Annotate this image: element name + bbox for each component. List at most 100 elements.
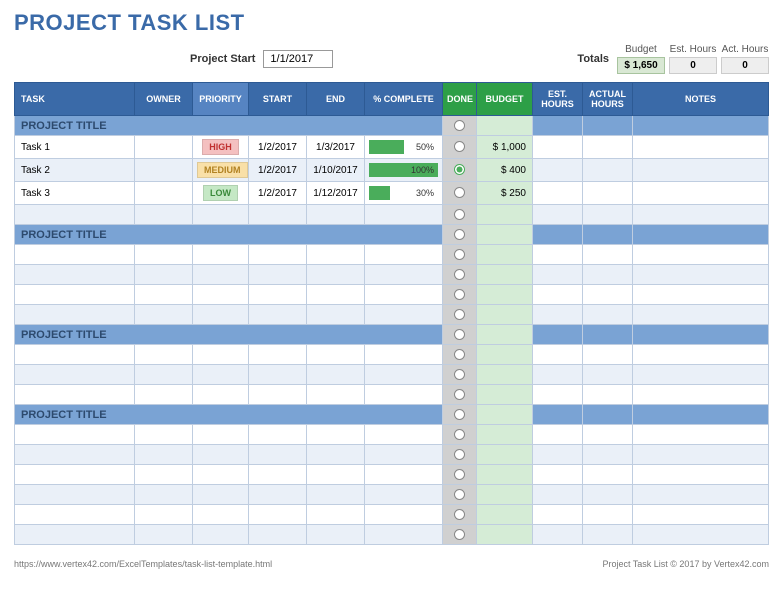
est-hours-cell[interactable]: [533, 136, 583, 159]
start-cell[interactable]: [249, 445, 307, 465]
end-cell[interactable]: [307, 525, 365, 545]
owner-cell[interactable]: [135, 505, 193, 525]
owner-cell[interactable]: [135, 136, 193, 159]
task-cell[interactable]: [15, 385, 135, 405]
notes-cell[interactable]: [633, 159, 769, 182]
budget-cell[interactable]: [477, 385, 533, 405]
notes-cell[interactable]: [633, 525, 769, 545]
done-cell[interactable]: [443, 285, 477, 305]
est-hours-cell[interactable]: [533, 159, 583, 182]
owner-cell[interactable]: [135, 385, 193, 405]
owner-cell[interactable]: [135, 365, 193, 385]
priority-cell[interactable]: [193, 205, 249, 225]
est-hours-cell[interactable]: [533, 285, 583, 305]
priority-cell[interactable]: [193, 305, 249, 325]
task-cell[interactable]: [15, 485, 135, 505]
done-cell[interactable]: [443, 525, 477, 545]
notes-cell[interactable]: [633, 485, 769, 505]
task-cell[interactable]: [15, 245, 135, 265]
est-hours-cell[interactable]: [533, 345, 583, 365]
complete-cell[interactable]: 50%: [365, 136, 443, 159]
end-cell[interactable]: [307, 365, 365, 385]
task-cell[interactable]: [15, 345, 135, 365]
act-hours-cell[interactable]: [583, 205, 633, 225]
notes-cell[interactable]: [633, 136, 769, 159]
est-hours-cell[interactable]: [533, 385, 583, 405]
start-cell[interactable]: [249, 245, 307, 265]
end-cell[interactable]: 1/10/2017: [307, 159, 365, 182]
priority-cell[interactable]: [193, 505, 249, 525]
priority-cell[interactable]: [193, 465, 249, 485]
priority-cell[interactable]: [193, 425, 249, 445]
priority-cell[interactable]: [193, 245, 249, 265]
priority-cell[interactable]: [193, 365, 249, 385]
act-hours-cell[interactable]: [583, 465, 633, 485]
notes-cell[interactable]: [633, 465, 769, 485]
owner-cell[interactable]: [135, 525, 193, 545]
done-cell[interactable]: [443, 245, 477, 265]
done-cell[interactable]: [443, 505, 477, 525]
done-cell[interactable]: [443, 265, 477, 285]
done-cell[interactable]: [443, 225, 477, 245]
task-cell[interactable]: [15, 525, 135, 545]
budget-cell[interactable]: [477, 205, 533, 225]
done-cell[interactable]: [443, 182, 477, 205]
done-cell[interactable]: [443, 445, 477, 465]
task-cell[interactable]: [15, 365, 135, 385]
end-cell[interactable]: [307, 265, 365, 285]
priority-cell[interactable]: HIGH: [193, 136, 249, 159]
start-cell[interactable]: [249, 345, 307, 365]
priority-cell[interactable]: [193, 285, 249, 305]
act-hours-cell[interactable]: [583, 265, 633, 285]
notes-cell[interactable]: [633, 205, 769, 225]
done-cell[interactable]: [443, 205, 477, 225]
done-cell[interactable]: [443, 116, 477, 136]
end-cell[interactable]: [307, 305, 365, 325]
footer-link[interactable]: https://www.vertex42.com/ExcelTemplates/…: [14, 559, 272, 569]
budget-cell[interactable]: [477, 265, 533, 285]
est-hours-cell[interactable]: [533, 245, 583, 265]
act-hours-cell[interactable]: [583, 425, 633, 445]
task-cell[interactable]: [15, 465, 135, 485]
end-cell[interactable]: [307, 485, 365, 505]
act-hours-cell[interactable]: [583, 445, 633, 465]
priority-cell[interactable]: [193, 265, 249, 285]
act-hours-cell[interactable]: [583, 305, 633, 325]
end-cell[interactable]: [307, 205, 365, 225]
start-cell[interactable]: [249, 425, 307, 445]
budget-cell[interactable]: [477, 445, 533, 465]
notes-cell[interactable]: [633, 425, 769, 445]
priority-cell[interactable]: [193, 385, 249, 405]
est-hours-cell[interactable]: [533, 485, 583, 505]
end-cell[interactable]: [307, 285, 365, 305]
owner-cell[interactable]: [135, 182, 193, 205]
task-cell[interactable]: [15, 425, 135, 445]
end-cell[interactable]: [307, 425, 365, 445]
complete-cell[interactable]: [365, 465, 443, 485]
notes-cell[interactable]: [633, 385, 769, 405]
owner-cell[interactable]: [135, 245, 193, 265]
est-hours-cell[interactable]: [533, 465, 583, 485]
owner-cell[interactable]: [135, 159, 193, 182]
est-hours-cell[interactable]: [533, 305, 583, 325]
notes-cell[interactable]: [633, 445, 769, 465]
owner-cell[interactable]: [135, 465, 193, 485]
notes-cell[interactable]: [633, 365, 769, 385]
complete-cell[interactable]: [365, 205, 443, 225]
done-cell[interactable]: [443, 485, 477, 505]
complete-cell[interactable]: [365, 305, 443, 325]
budget-cell[interactable]: [477, 485, 533, 505]
budget-cell[interactable]: $ 250: [477, 182, 533, 205]
priority-cell[interactable]: LOW: [193, 182, 249, 205]
complete-cell[interactable]: [365, 285, 443, 305]
notes-cell[interactable]: [633, 265, 769, 285]
start-cell[interactable]: 1/2/2017: [249, 182, 307, 205]
start-cell[interactable]: [249, 265, 307, 285]
task-cell[interactable]: Task 1: [15, 136, 135, 159]
project-start-input[interactable]: [263, 50, 333, 68]
budget-cell[interactable]: $ 400: [477, 159, 533, 182]
done-cell[interactable]: [443, 365, 477, 385]
priority-cell[interactable]: [193, 445, 249, 465]
est-hours-cell[interactable]: [533, 182, 583, 205]
start-cell[interactable]: [249, 285, 307, 305]
